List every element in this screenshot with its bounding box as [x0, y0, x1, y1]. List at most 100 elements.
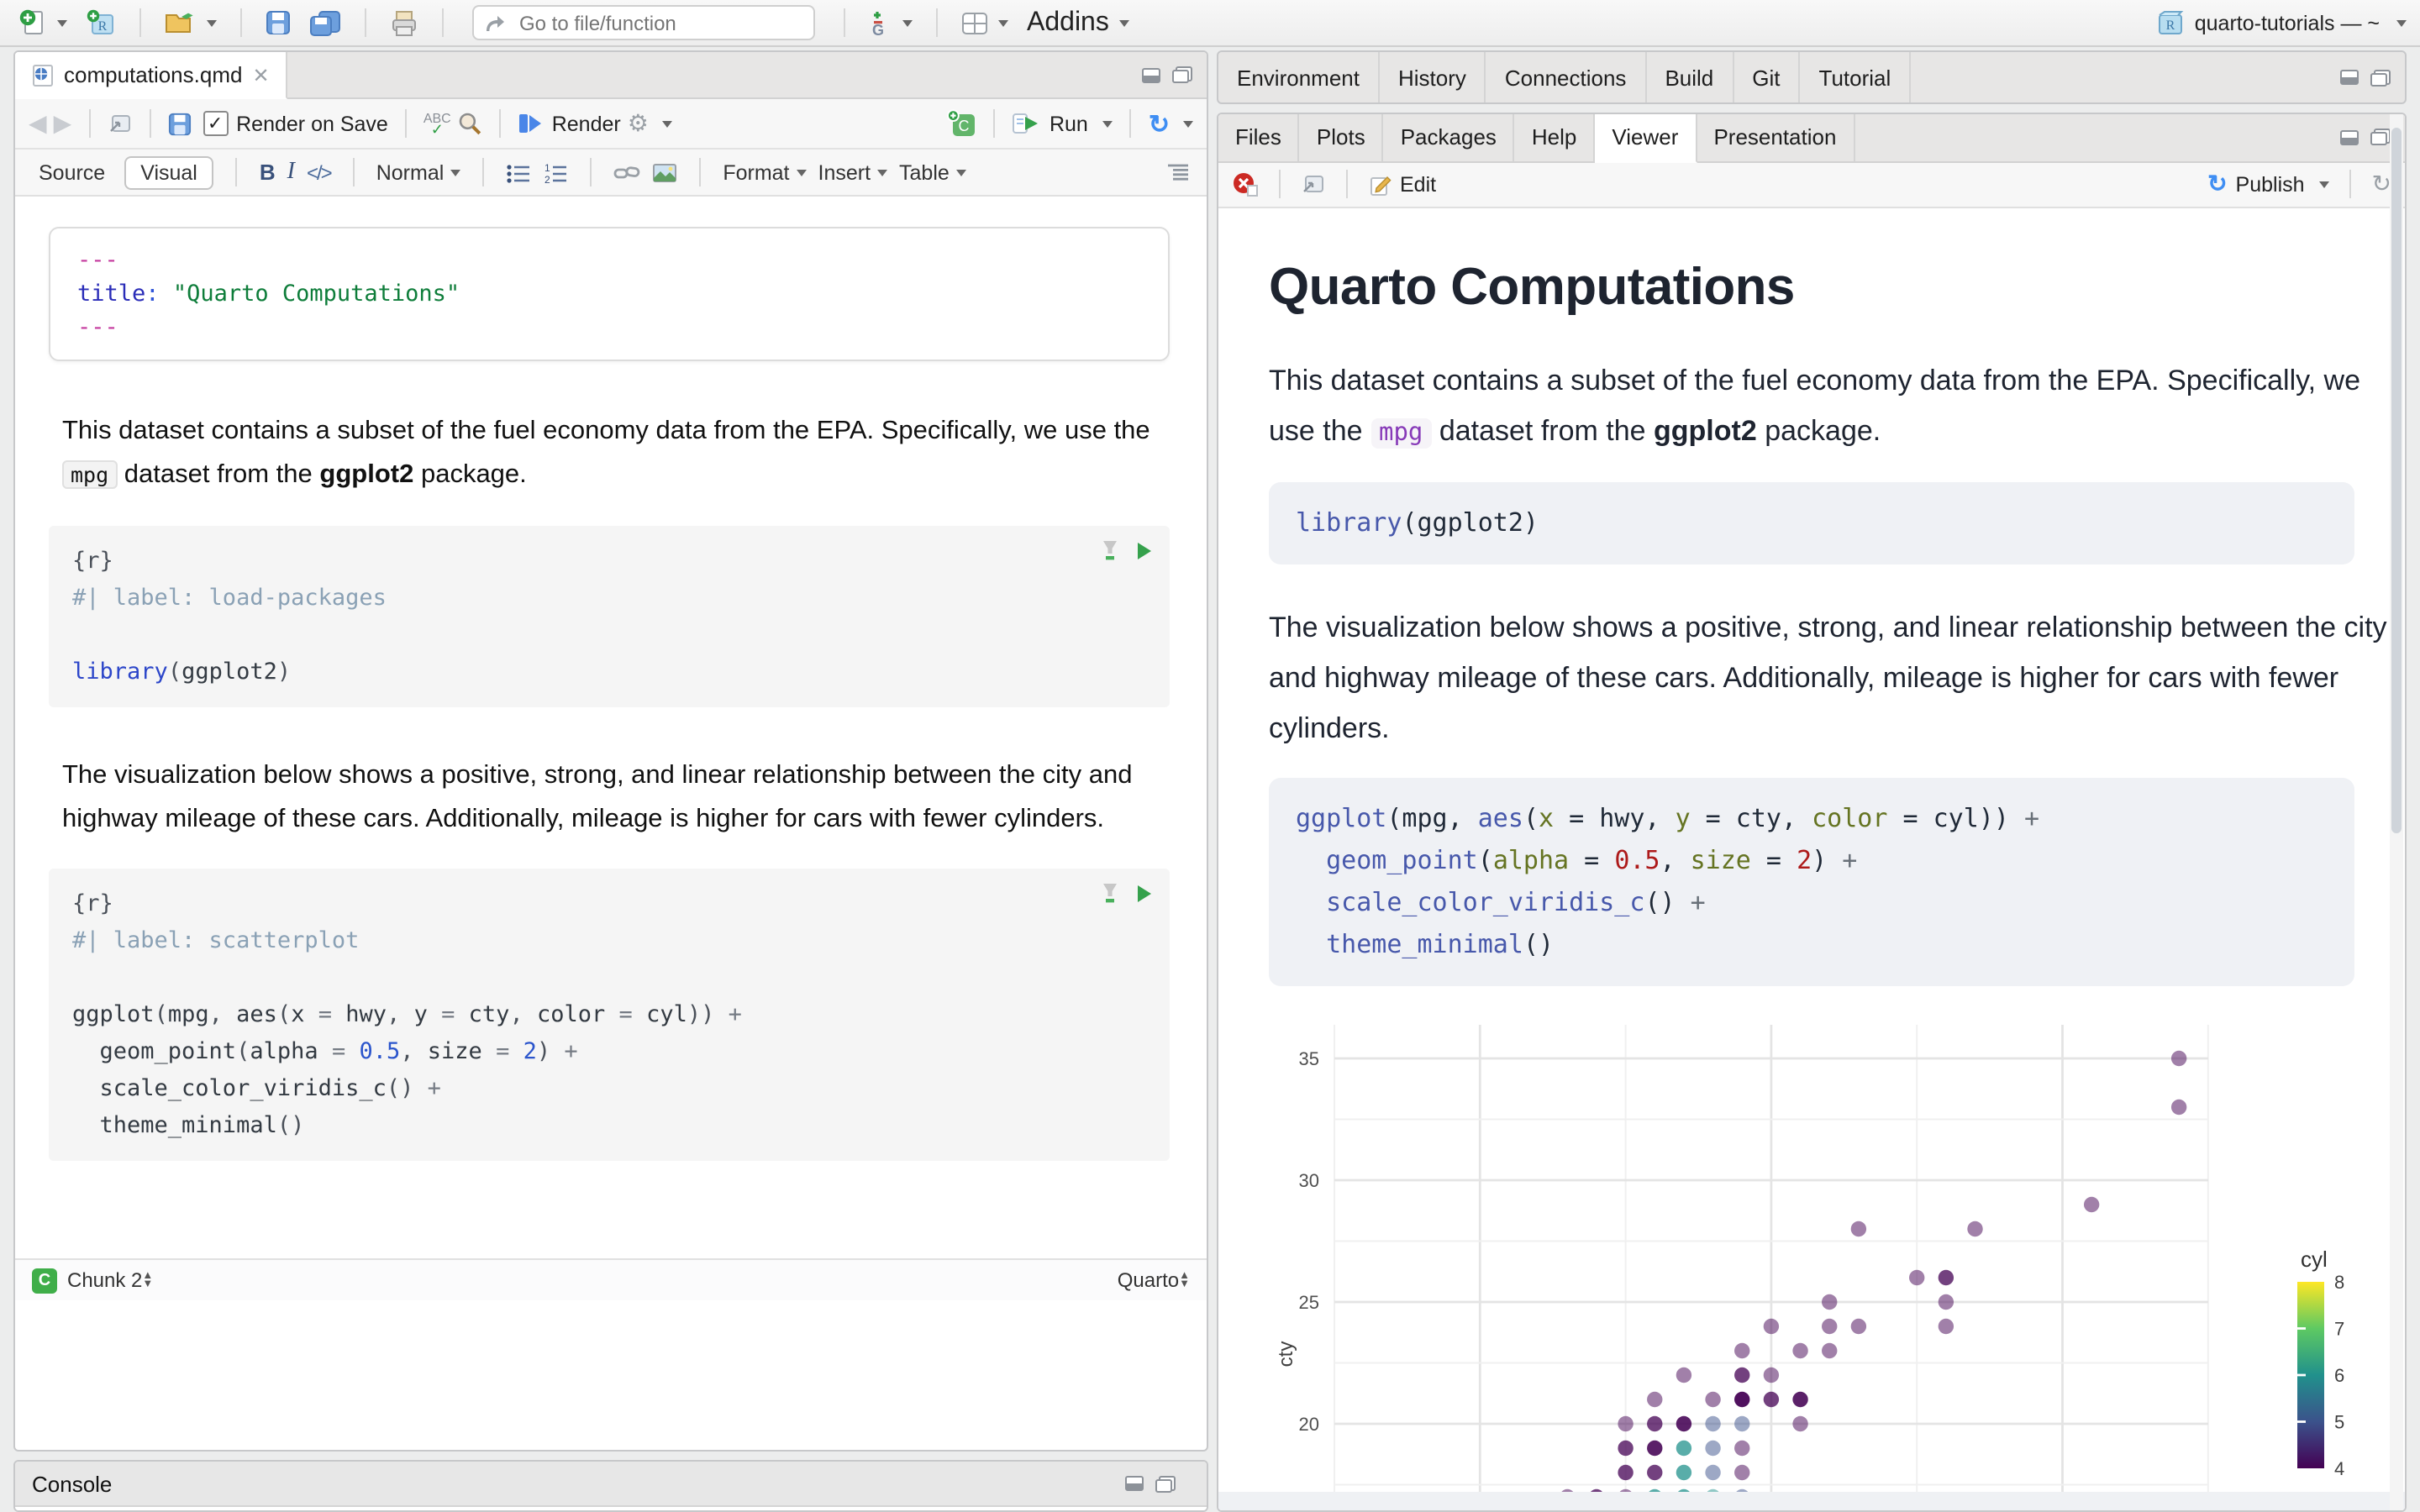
goto-file-search[interactable]	[472, 5, 815, 40]
viewer-scrollbar[interactable]	[2390, 114, 2403, 1510]
goto-file-input[interactable]	[516, 9, 775, 36]
save-all-button[interactable]	[304, 6, 346, 39]
print-button[interactable]	[385, 6, 424, 39]
maximize-pane-icon[interactable]	[2370, 129, 2391, 147]
rendered-document[interactable]: Quarto Computations This dataset contain…	[1218, 207, 2405, 1510]
data-point	[1676, 1440, 1692, 1456]
render-on-save-toggle[interactable]: ✓ Render on Save	[203, 111, 388, 136]
separator	[499, 109, 502, 138]
document-code-block-2[interactable]: ggplot(mpg, aes(x = hwy, y = cty, color …	[1269, 777, 2354, 986]
tab-computations-qmd[interactable]: computations.qmd ✕	[15, 52, 288, 99]
code-chunk-scatterplot[interactable]: {r} #| label: scatterplot ggplot(mpg, aes…	[49, 869, 1170, 1161]
image-icon[interactable]	[652, 162, 677, 182]
back-icon[interactable]: ◀	[29, 109, 47, 138]
bullet-list-icon[interactable]	[506, 162, 531, 182]
render-on-save-checkbox[interactable]: ✓	[203, 111, 229, 136]
separator	[1279, 170, 1281, 199]
data-point	[1734, 1367, 1750, 1383]
link-icon[interactable]	[613, 162, 640, 182]
run-chunk-icon[interactable]	[1136, 883, 1153, 903]
stop-viewer-icon[interactable]	[1232, 171, 1259, 197]
viewer-tabbar: Files Plots Packages Help Viewer Presentation	[1218, 114, 2405, 163]
minimize-pane-icon[interactable]	[1141, 66, 1161, 83]
italic-button[interactable]: I	[287, 159, 295, 186]
separator	[149, 109, 151, 138]
open-file-caret	[207, 19, 217, 26]
paragraph-style-select[interactable]: Normal	[376, 160, 461, 184]
publish-button[interactable]: ↻ Publish	[2207, 170, 2330, 198]
run-chunks-above-icon[interactable]	[1101, 882, 1119, 904]
viewer-scrollbar-thumb[interactable]	[2391, 128, 2402, 833]
tab-files[interactable]: Files	[1218, 114, 1300, 161]
chunk-navigator[interactable]: Chunk 2 ▲ ▼	[67, 1268, 153, 1292]
document-code-block-1[interactable]: library(ggplot2)	[1269, 481, 2354, 564]
data-point	[1792, 1391, 1808, 1407]
render-button[interactable]: Render	[518, 112, 621, 135]
yaml-block[interactable]: --- title: "Quarto Computations" ---	[49, 227, 1170, 361]
edit-button[interactable]: Edit	[1368, 172, 1436, 196]
run-button[interactable]: Run	[1013, 112, 1113, 135]
search-icon[interactable]	[458, 111, 483, 136]
minimize-pane-icon[interactable]	[1124, 1475, 1144, 1492]
popout-icon[interactable]	[1301, 173, 1326, 195]
version-control-button[interactable]: G	[864, 6, 918, 39]
visual-mode-button[interactable]: Visual	[124, 155, 214, 189]
bold-button[interactable]: B	[260, 160, 276, 185]
tab-help[interactable]: Help	[1515, 114, 1596, 161]
refresh-viewer-icon[interactable]: ↻	[2372, 170, 2391, 198]
maximize-pane-icon[interactable]	[1171, 66, 1193, 84]
table-menu[interactable]: Table	[899, 160, 966, 184]
tab-history[interactable]: History	[1380, 52, 1486, 102]
addins-button[interactable]: Addins	[1022, 4, 1134, 41]
source-mode-button[interactable]: Source	[32, 157, 112, 187]
spellcheck-icon[interactable]: ABC ✓	[424, 111, 451, 136]
data-point	[1763, 1367, 1780, 1383]
project-name: quarto-tutorials — ~	[2194, 11, 2380, 34]
tab-packages[interactable]: Packages	[1384, 114, 1515, 161]
minimize-pane-icon[interactable]	[2339, 129, 2360, 146]
save-icon[interactable]	[167, 112, 191, 135]
tab-build[interactable]: Build	[1646, 52, 1734, 102]
tab-connections[interactable]: Connections	[1486, 52, 1647, 102]
editor-canvas[interactable]: --- title: "Quarto Computations" --- This …	[15, 197, 1207, 1258]
code-chunk-load-packages[interactable]: {r} #| label: load-packages library(ggplo…	[49, 526, 1170, 707]
data-point	[1618, 1415, 1634, 1431]
project-menu[interactable]: R quarto-tutorials — ~	[2156, 9, 2407, 36]
document-title: Quarto Computations	[1269, 256, 1795, 316]
console-header[interactable]: Console	[15, 1462, 1207, 1507]
new-project-button[interactable]: R	[81, 5, 121, 40]
workspace-panes-button[interactable]	[956, 8, 1013, 38]
tab-git[interactable]: Git	[1733, 52, 1801, 102]
maximize-pane-icon[interactable]	[2370, 68, 2391, 87]
render-settings-gear-icon[interactable]: ⚙	[628, 109, 649, 138]
editor-paragraph-1[interactable]: This dataset contains a subset of the fu…	[62, 410, 1170, 497]
close-tab-icon[interactable]: ✕	[252, 63, 269, 87]
format-menu[interactable]: Format	[723, 160, 807, 184]
source-sync-caret[interactable]	[1183, 120, 1193, 127]
tab-plots[interactable]: Plots	[1300, 114, 1384, 161]
render-settings-caret[interactable]	[661, 120, 672, 127]
tab-presentation[interactable]: Presentation	[1697, 114, 1855, 161]
tab-tutorial[interactable]: Tutorial	[1801, 52, 1912, 102]
run-chunks-above-icon[interactable]	[1101, 539, 1119, 561]
forward-icon[interactable]: ▶	[54, 109, 72, 138]
maximize-pane-icon[interactable]	[1155, 1474, 1176, 1493]
tab-viewer[interactable]: Viewer	[1595, 114, 1697, 163]
save-button[interactable]	[260, 7, 296, 39]
insert-menu[interactable]: Insert	[818, 160, 888, 184]
separator	[442, 8, 444, 37]
insert-chunk-icon[interactable]: C	[947, 109, 977, 138]
outline-toggle-icon[interactable]	[1166, 163, 1190, 181]
new-file-button[interactable]	[13, 5, 72, 40]
editor-paragraph-2[interactable]: The visualization below shows a positive…	[62, 754, 1170, 842]
popout-icon[interactable]	[107, 113, 132, 134]
print-icon	[392, 10, 416, 35]
tab-environment[interactable]: Environment	[1218, 52, 1380, 102]
run-chunk-icon[interactable]	[1136, 540, 1153, 560]
inline-code-button[interactable]: </>	[307, 160, 333, 184]
open-file-button[interactable]	[160, 7, 222, 39]
numbered-list-icon[interactable]: 12	[543, 162, 568, 182]
document-format-selector[interactable]: Quarto ▲ ▼	[1118, 1268, 1190, 1292]
minimize-pane-icon[interactable]	[2339, 69, 2360, 86]
source-sync-icon[interactable]: ↻	[1149, 108, 1170, 139]
